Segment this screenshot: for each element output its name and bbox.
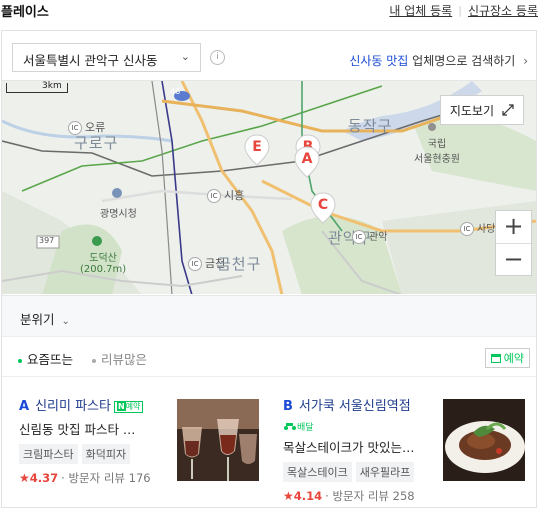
new-place-link[interactable]: 신규장소 등록 bbox=[468, 2, 538, 19]
place-index: A bbox=[19, 399, 30, 414]
sort-options: 요즘뜨는 리뷰많은 bbox=[2, 337, 536, 377]
reservation-label: 예약 bbox=[503, 352, 524, 365]
ic-marker-icon: IC bbox=[188, 257, 202, 271]
info-icon[interactable]: i bbox=[210, 50, 225, 65]
scooter-icon bbox=[284, 423, 296, 430]
place-thumbnail-a[interactable] bbox=[177, 399, 259, 481]
chevron-right-icon: › bbox=[523, 54, 528, 68]
full-map-button[interactable]: 지도보기 bbox=[439, 95, 524, 125]
delivery-row: 배달 bbox=[283, 418, 415, 433]
location-value: 서울특별시 관악구 신사동 bbox=[23, 53, 158, 68]
place-thumbnail-b[interactable] bbox=[443, 399, 525, 481]
pin-label: A bbox=[301, 151, 313, 167]
my-business-link[interactable]: 내 업체 등록 bbox=[389, 2, 452, 19]
reservation-filter-button[interactable]: 예약 bbox=[484, 348, 530, 368]
map-scale-label: 3km bbox=[42, 81, 62, 91]
pin-label: E bbox=[252, 139, 262, 155]
map-label-cemetery: 국립 서울현충원 bbox=[414, 139, 460, 165]
zoom-out-button[interactable]: − bbox=[496, 243, 531, 275]
chevron-down-icon: ⌄ bbox=[61, 316, 70, 327]
page-title: 플레이스 bbox=[1, 5, 49, 20]
map-label-geumcheon-gu: 금천구 bbox=[217, 255, 262, 273]
pin-label: C bbox=[317, 197, 329, 213]
map-label-guro: 구로구 bbox=[74, 134, 119, 152]
steak-dish-photo bbox=[443, 399, 525, 481]
menu-tag: 크림파스타 bbox=[19, 444, 78, 464]
menu-tag: 화덕피자 bbox=[81, 444, 131, 464]
place-description: 신림동 맛집 파스타 … bbox=[19, 422, 136, 437]
menu-tag: 목살스테이크 bbox=[283, 462, 352, 482]
divider: | bbox=[458, 4, 462, 17]
menu-tags: 크림파스타 화덕피자 bbox=[19, 444, 151, 464]
star-icon: ★ bbox=[283, 489, 294, 503]
place-index: B bbox=[283, 399, 293, 414]
map-label-dodeoksan: 도덕산 (200.7m) bbox=[80, 253, 127, 275]
ic-marker-icon: IC bbox=[460, 222, 474, 236]
ic-marker-icon: IC bbox=[352, 230, 366, 244]
search-hint-text: 업체명으로 검색하기 bbox=[412, 54, 516, 68]
place-card-a[interactable]: A 신리미 파스타 N예약 신림동 맛집 파스타 … 크림파스타 화덕피자 ★4.3… bbox=[19, 395, 151, 486]
selected-dot-icon bbox=[18, 358, 22, 363]
zoom-in-button[interactable]: + bbox=[496, 211, 531, 243]
ic-marker-icon: IC bbox=[207, 189, 221, 203]
star-icon: ★ bbox=[19, 471, 30, 485]
header: 플레이스 내 업체 등록 | 신규장소 등록 bbox=[0, 0, 540, 24]
map-label-siheung: IC 시흥 bbox=[207, 187, 244, 203]
sort-reviews[interactable]: 리뷰많은 bbox=[92, 349, 147, 368]
place-name-link[interactable]: A 신리미 파스타 N예약 bbox=[19, 395, 151, 414]
map-pin-c[interactable]: C bbox=[310, 192, 336, 224]
zoom-control: + − bbox=[495, 210, 532, 276]
mood-filter-dropdown[interactable]: 분위기 ⌄ bbox=[20, 309, 70, 328]
place-rating: ★4.14 · 방문자 리뷰 258 bbox=[283, 489, 415, 503]
delivery-badge: 배달 bbox=[283, 420, 314, 433]
route-397-badge: 397 bbox=[39, 236, 55, 245]
menu-tags: 목살스테이크 새우필라프 bbox=[283, 462, 415, 482]
map-pin-e[interactable]: E bbox=[244, 134, 270, 166]
map-label-dongjak: 동작구 bbox=[348, 117, 393, 135]
header-links: 내 업체 등록 | 신규장소 등록 bbox=[389, 2, 538, 19]
menu-tag: 새우필라프 bbox=[355, 462, 415, 482]
chevron-down-icon: ⌄ bbox=[180, 50, 190, 63]
search-keyword: 신사동 맛집 bbox=[349, 54, 409, 68]
route-46-badge: 46 bbox=[170, 87, 181, 96]
place-rating: ★4.37 · 방문자 리뷰 176 bbox=[19, 471, 151, 485]
expand-icon bbox=[502, 104, 514, 116]
map-label-sadang: IC 사당 bbox=[460, 220, 495, 236]
map-pin-a[interactable]: A bbox=[294, 146, 320, 178]
mood-filter-label: 분위기 bbox=[20, 312, 55, 327]
map-label-gwangmyeong: 광명시청 bbox=[100, 209, 137, 220]
place-card-b[interactable]: B 서가쿡 서울신림역점 배달 목살스테이크가 맛있는… 목살스테이크 새우필라프… bbox=[283, 395, 415, 504]
search-by-name-link[interactable]: 신사동 맛집 업체명으로 검색하기 › bbox=[349, 52, 528, 69]
wine-glasses-photo bbox=[177, 399, 259, 481]
full-map-label: 지도보기 bbox=[449, 103, 494, 118]
sort-popular[interactable]: 요즘뜨는 bbox=[18, 349, 73, 368]
calendar-icon bbox=[490, 353, 501, 363]
place-description: 목살스테이크가 맛있는… bbox=[283, 440, 415, 455]
location-select[interactable]: 서울특별시 관악구 신사동 ⌄ bbox=[12, 43, 201, 72]
map[interactable]: 3km IC 오류 구로구 동작구 국립 서울현충원 광명시청 도덕산 (200.7m… bbox=[2, 80, 536, 294]
map-label-gwanak-ic: IC 관악 bbox=[352, 228, 387, 244]
place-name-link[interactable]: B 서가쿡 서울신림역점 bbox=[283, 395, 415, 414]
dot-icon bbox=[92, 358, 96, 363]
filter-bar: 분위기 ⌄ bbox=[2, 295, 536, 337]
reservation-badge: N예약 bbox=[113, 400, 144, 413]
